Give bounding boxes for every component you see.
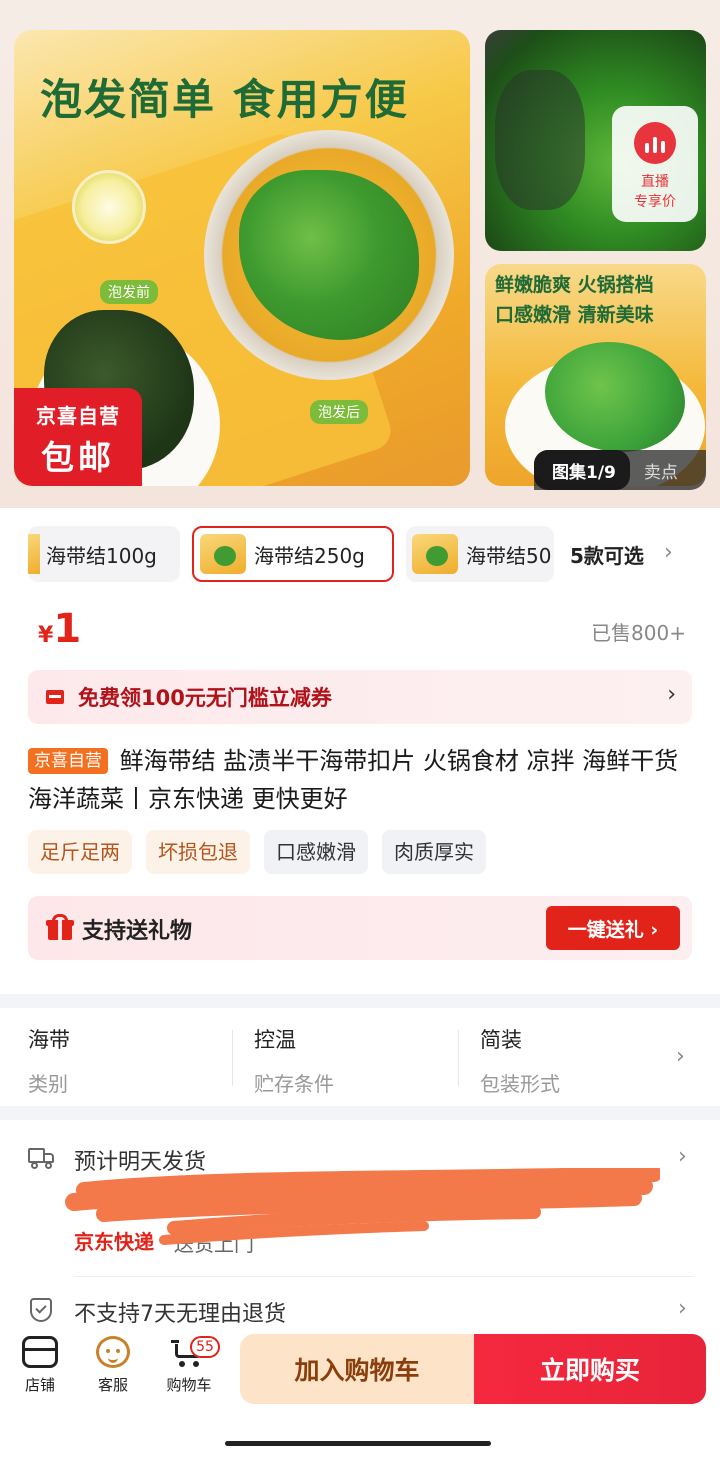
product-image-gallery[interactable]: 泡发简单 食用方便 泡发前 泡发后 京喜自营 包邮 直播 专享价 鲜嫩脆爽 火锅… <box>0 0 720 508</box>
return-policy[interactable]: 不支持7天无理由退货 <box>74 1296 286 1328</box>
attribute-item: 海带 类别 <box>28 1024 70 1097</box>
store-button[interactable]: 店铺 <box>13 1336 67 1395</box>
side-image-slogan: 鲜嫩脆爽 火锅搭档 口感嫩滑 清新美味 <box>495 274 654 326</box>
send-gift-button[interactable]: 一键送礼 › <box>546 906 680 950</box>
chevron-right-icon[interactable]: › <box>678 1144 687 1169</box>
live-bars-icon <box>634 122 676 164</box>
live-price-button[interactable]: 直播 专享价 <box>612 106 698 222</box>
sold-count: 已售800+ <box>591 621 686 645</box>
attribute-value: 简装 <box>480 1028 522 1052</box>
product-tags: 足斤足两 坏损包退 口感嫩滑 肉质厚实 <box>28 830 486 874</box>
coupon-icon <box>46 690 64 704</box>
variant-option[interactable]: 海带结50 <box>406 526 554 582</box>
variant-label: 海带结50 <box>466 543 552 568</box>
home-indicator[interactable] <box>225 1441 491 1446</box>
customer-service-button[interactable]: 客服 <box>86 1336 140 1395</box>
gallery-counter[interactable]: 图集1/9 <box>534 450 630 490</box>
section-divider <box>0 1106 720 1120</box>
buy-now-button[interactable]: 立即购买 <box>474 1334 706 1404</box>
customer-service-icon <box>96 1336 130 1368</box>
after-soak-tag: 泡发后 <box>310 400 368 424</box>
cart-count-badge: 55 <box>190 1336 220 1358</box>
attribute-key: 类别 <box>28 1072 68 1096</box>
product-tag: 口感嫩滑 <box>264 830 368 874</box>
cart-label: 购物车 <box>166 1376 212 1394</box>
main-product-image[interactable]: 泡发简单 食用方便 泡发前 泡发后 京喜自营 包邮 <box>14 30 470 486</box>
redaction-scribble <box>65 1168 660 1245</box>
attribute-item: 控温 贮存条件 <box>254 1024 334 1097</box>
badge-line-2: 包邮 <box>41 438 115 477</box>
variant-thumbnail <box>412 534 458 574</box>
variant-label: 海带结250g <box>254 543 365 568</box>
attribute-value: 控温 <box>254 1028 296 1052</box>
price: ¥1 <box>38 606 81 652</box>
jingxi-free-shipping-badge: 京喜自营 包邮 <box>14 388 142 486</box>
product-title-text: 鲜海带结 盐渍半干海带扣片 火锅食材 凉拌 海鲜干货 海洋蔬菜丨京东快递 更快更… <box>28 747 679 813</box>
badge-line-1: 京喜自营 <box>36 404 120 428</box>
gallery-counter-pill[interactable]: 图集1/9 卖点 <box>534 450 706 490</box>
live-label: 直播 <box>641 174 669 190</box>
product-tag: 肉质厚实 <box>382 830 486 874</box>
image-headline: 泡发简单 食用方便 <box>40 75 409 124</box>
variant-option-selected[interactable]: 海带结250g <box>192 526 394 582</box>
customer-service-label: 客服 <box>97 1376 128 1394</box>
product-tag: 足斤足两 <box>28 830 132 874</box>
bottom-action-bar: 店铺 客服 购物车 55 加入购物车 立即购买 <box>0 1326 720 1458</box>
currency-symbol: ¥ <box>38 623 54 648</box>
selling-points-tab[interactable]: 卖点 <box>630 458 678 483</box>
store-icon <box>22 1336 58 1368</box>
attribute-value: 海带 <box>28 1028 70 1052</box>
coupon-text: 免费领100元无门槛立减券 <box>78 686 332 710</box>
self-operated-badge: 京喜自营 <box>28 748 108 774</box>
variant-option[interactable]: 海带结100g <box>28 526 180 582</box>
row-divider <box>74 1276 694 1277</box>
variant-selector: 海带结100g 海带结250g 海带结50 5款可选 › <box>0 526 720 584</box>
before-soak-tag: 泡发前 <box>100 280 158 304</box>
gift-banner: 支持送礼物 一键送礼 › <box>28 896 692 960</box>
gift-label: 支持送礼物 <box>82 919 193 944</box>
section-divider <box>0 994 720 1008</box>
more-variants-button[interactable]: 5款可选 <box>570 540 644 569</box>
chevron-right-icon[interactable]: › <box>678 1296 687 1321</box>
price-value: 1 <box>53 606 82 652</box>
chevron-right-icon: › <box>667 682 676 707</box>
truck-icon <box>28 1146 56 1170</box>
product-tag: 坏损包退 <box>146 830 250 874</box>
store-label: 店铺 <box>24 1376 55 1394</box>
coupon-banner[interactable]: 免费领100元无门槛立减券 › <box>28 670 692 724</box>
shield-check-icon <box>28 1298 56 1322</box>
chevron-right-icon[interactable]: › <box>664 540 673 565</box>
product-title: 京喜自营 鲜海带结 盐渍半干海带扣片 火锅食材 凉拌 海鲜干货 海洋蔬菜丨京东快… <box>28 742 692 818</box>
add-to-cart-button[interactable]: 加入购物车 <box>240 1334 474 1404</box>
product-attributes[interactable]: 海带 类别 控温 贮存条件 简装 包装形式 › <box>0 1008 720 1106</box>
gift-icon <box>46 914 74 942</box>
variant-thumbnail <box>28 534 40 574</box>
attribute-item: 简装 包装形式 <box>480 1024 560 1097</box>
chevron-right-icon[interactable]: › <box>676 1044 685 1069</box>
variant-label: 海带结100g <box>46 543 157 568</box>
attribute-key: 贮存条件 <box>254 1072 334 1096</box>
attribute-key: 包装形式 <box>480 1072 560 1096</box>
live-price-label: 专享价 <box>634 194 676 210</box>
variant-thumbnail <box>200 534 246 574</box>
lemon-slice-image <box>72 170 146 244</box>
